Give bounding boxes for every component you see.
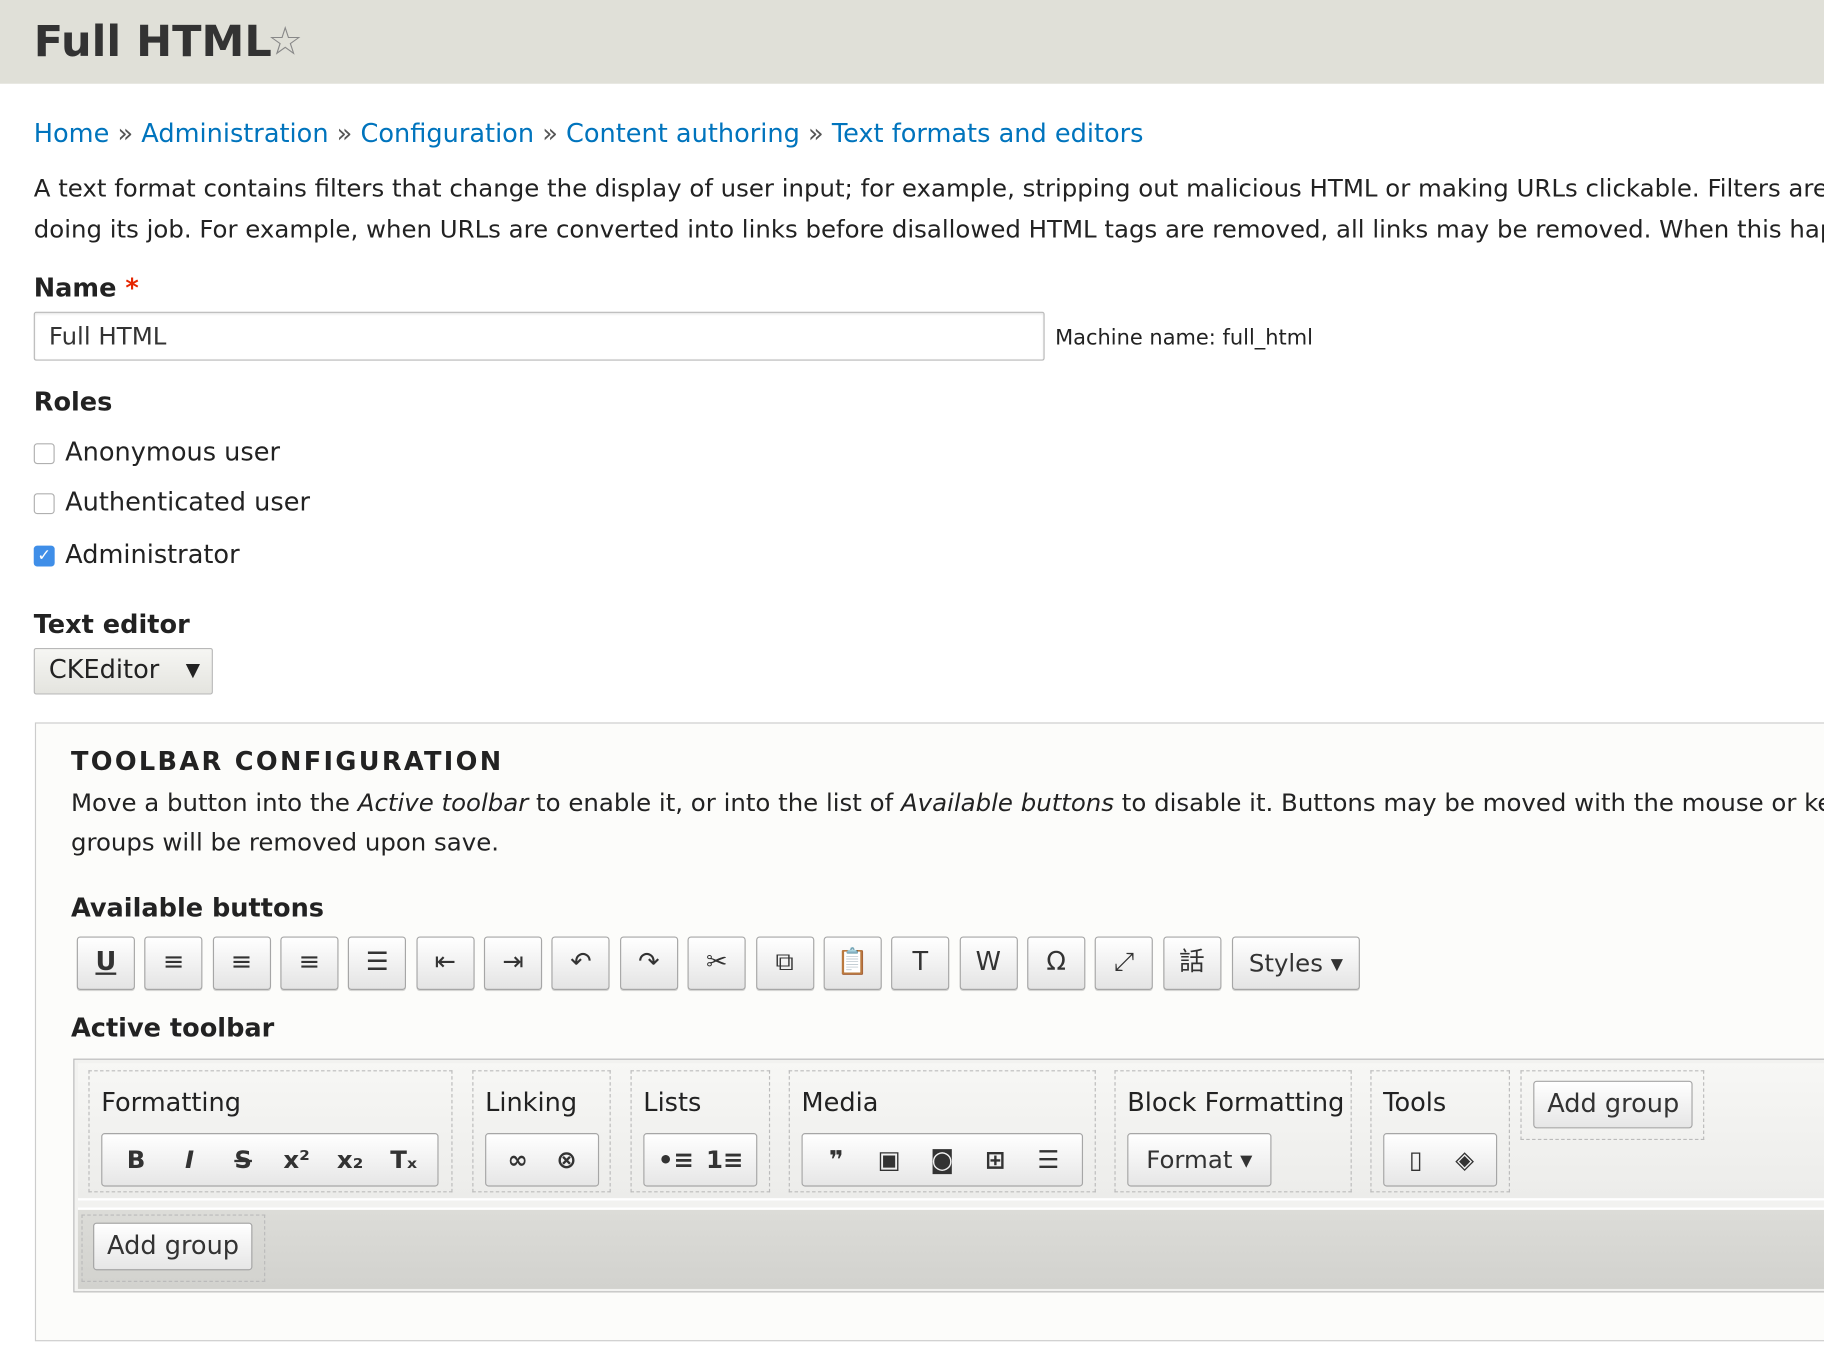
description-line: A text format contains filters that chan… (33, 174, 1824, 203)
checkbox-label: Authenticated user (65, 488, 310, 518)
button-bar: ▯ ◈ (1383, 1133, 1498, 1187)
toolbar-configuration-legend: TOOLBAR CONFIGURATION (70, 748, 504, 778)
breadcrumb-separator: » (542, 119, 558, 149)
numbered-list-icon[interactable]: 1≡ (704, 1146, 746, 1174)
styles-button[interactable]: Styles ▾ (1231, 936, 1360, 990)
available-buttons-label: Available buttons (70, 894, 325, 924)
toolbar-group-block-formatting[interactable]: Block Formatting Format ▾ (1114, 1070, 1352, 1193)
align-center-icon[interactable]: ≡ (212, 936, 271, 990)
button-bar: ∞ ⊗ (485, 1133, 600, 1187)
toolbar-row (77, 1207, 1824, 1289)
checkbox-authenticated-user[interactable] (33, 493, 55, 515)
toolbar-description: Move a button into the Active toolbar to… (70, 788, 1824, 817)
name-input[interactable] (33, 311, 1045, 361)
paste-word-icon[interactable]: W (959, 936, 1018, 990)
undo-icon[interactable]: ↶ (551, 936, 611, 990)
image-icon[interactable]: ▣ (868, 1146, 910, 1174)
add-group-wrapper: Add group (81, 1214, 266, 1282)
breadcrumb-text-formats[interactable]: Text formats and editors (832, 120, 1144, 149)
breadcrumb-administration[interactable]: Administration (141, 120, 328, 149)
text-editor-label: Text editor (33, 610, 190, 640)
select-value: CKEditor (48, 656, 160, 686)
link-icon[interactable]: ∞ (497, 1146, 539, 1174)
maximize-icon[interactable]: ⤢ (1094, 936, 1154, 990)
copy-icon[interactable]: ⧉ (755, 936, 814, 990)
italic-icon[interactable]: I (169, 1146, 211, 1174)
description-line: doing its job. For example, when URLs ar… (33, 215, 1824, 244)
paste-text-icon[interactable]: T (891, 936, 950, 990)
breadcrumb-separator: » (808, 119, 824, 149)
required-mark: * (125, 274, 139, 304)
button-bar: Format ▾ (1127, 1133, 1272, 1187)
breadcrumb-separator: » (117, 119, 134, 149)
toolbar-group-formatting[interactable]: Formatting B I Sx² x₂ Tₓ (88, 1070, 453, 1193)
caret-down-icon: ▼ (185, 658, 201, 681)
checkbox-administrator[interactable]: ✓ (33, 545, 55, 567)
group-label: Lists (643, 1088, 702, 1118)
add-group-button[interactable]: Add group (1533, 1080, 1694, 1129)
bulleted-list-icon[interactable]: •≡ (655, 1146, 697, 1174)
breadcrumb-content-authoring[interactable]: Content authoring (566, 120, 800, 149)
button-bar: ❞ ▣ ◙ ⊞ ☰ (801, 1133, 1084, 1187)
machine-name: Machine name: full_html (1055, 325, 1313, 351)
name-label: Name * (34, 275, 139, 304)
group-label: Tools (1383, 1088, 1447, 1118)
underline-icon[interactable]: U (76, 936, 135, 990)
table-icon[interactable]: ⊞ (974, 1146, 1016, 1174)
flash-icon[interactable]: ◙ (921, 1146, 963, 1174)
add-group-button[interactable]: Add group (93, 1222, 253, 1271)
horizontal-rule-icon[interactable]: ☰ (1027, 1146, 1069, 1174)
button-bar: •≡ 1≡ (643, 1133, 758, 1187)
justify-icon[interactable]: ☰ (348, 936, 407, 990)
checkbox-label: Administrator (65, 540, 240, 571)
roles-label: Roles (33, 388, 113, 418)
active-toolbar-label: Active toolbar (70, 1014, 275, 1044)
checkbox-label: Anonymous user (65, 438, 281, 468)
outdent-icon[interactable]: ⇤ (416, 936, 475, 990)
toolbar-group-media[interactable]: Media ❞ ▣ ◙ ⊞ ☰ (788, 1070, 1096, 1193)
button-bar: B I Sx² x₂ Tₓ (101, 1133, 439, 1187)
breadcrumb-separator: » (336, 119, 353, 149)
group-label: Linking (485, 1088, 578, 1118)
indent-icon[interactable]: ⇥ (484, 936, 543, 990)
remove-format-icon[interactable]: Tₓ (383, 1146, 425, 1174)
group-label: Formatting (101, 1088, 242, 1118)
text-editor-select[interactable]: CKEditor ▼ (33, 647, 213, 695)
add-group-wrapper: Add group (1520, 1070, 1705, 1141)
group-label: Media (801, 1088, 879, 1118)
show-blocks-icon[interactable]: ▯ (1395, 1146, 1437, 1174)
special-char-icon[interactable]: Ω (1027, 936, 1086, 990)
format-dropdown[interactable]: Format ▾ (1146, 1146, 1252, 1174)
source-icon[interactable]: ◈ (1444, 1146, 1486, 1174)
page-title: Full HTML (33, 16, 272, 67)
name-label-text: Name (33, 274, 117, 304)
toolbar-group-tools[interactable]: Tools ▯ ◈ (1370, 1070, 1510, 1193)
toolbar-group-linking[interactable]: Linking ∞ ⊗ (472, 1070, 611, 1193)
align-right-icon[interactable]: ≡ (280, 936, 339, 990)
strikethrough-icon[interactable]: S (222, 1146, 264, 1174)
toolbar-description: groups will be removed upon save. (70, 828, 500, 857)
unlink-icon[interactable]: ⊗ (546, 1146, 588, 1174)
language-icon[interactable]: 話 (1162, 936, 1221, 990)
blockquote-icon[interactable]: ❞ (815, 1146, 857, 1174)
subscript-icon[interactable]: x₂ (329, 1146, 371, 1174)
breadcrumb: Home » Administration » Configuration » … (34, 120, 1144, 149)
star-outline-icon[interactable]: ☆ (268, 19, 303, 66)
checkbox-anonymous-user[interactable] (33, 443, 55, 465)
superscript-icon[interactable]: x² (276, 1146, 318, 1174)
breadcrumb-home[interactable]: Home (34, 120, 110, 149)
breadcrumb-configuration[interactable]: Configuration (360, 120, 534, 149)
paste-icon[interactable]: 📋 (823, 936, 882, 990)
cut-icon[interactable]: ✂ (687, 936, 746, 990)
bold-icon[interactable]: B (115, 1146, 157, 1174)
group-label: Block Formatting (1127, 1088, 1345, 1118)
redo-icon[interactable]: ↷ (619, 936, 678, 990)
toolbar-group-lists[interactable]: Lists •≡ 1≡ (630, 1070, 771, 1193)
align-left-icon[interactable]: ≡ (144, 936, 203, 990)
